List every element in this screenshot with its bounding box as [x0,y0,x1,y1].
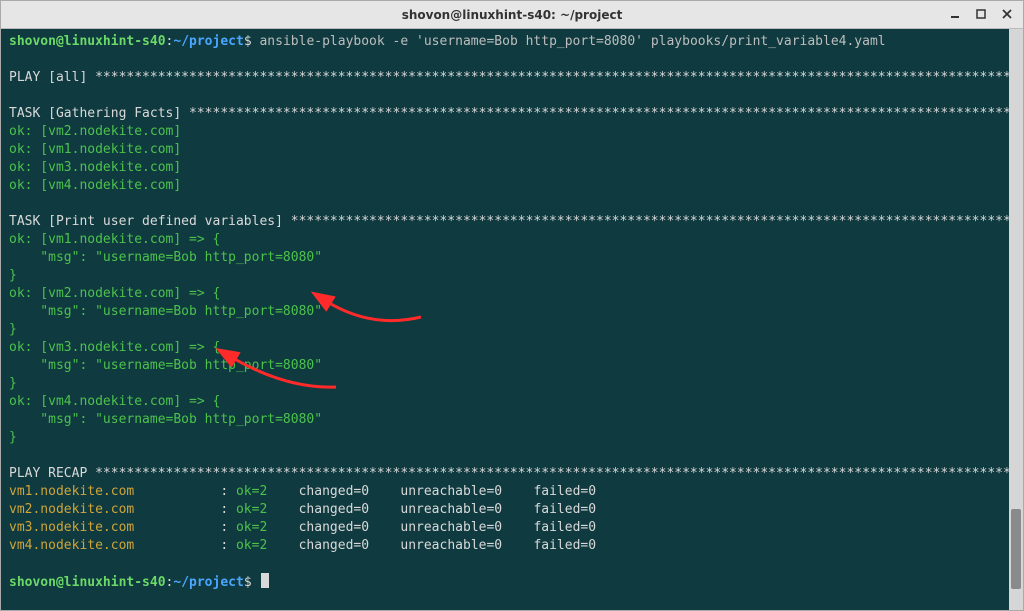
terminal-output[interactable]: shovon@linuxhint-s40:~/project$ ansible-… [1,29,1009,610]
prompt-cwd: ~/project [173,34,243,49]
scrollbar[interactable] [1009,29,1023,610]
terminal-body-wrap: shovon@linuxhint-s40:~/project$ ansible-… [1,29,1023,610]
terminal-window: shovon@linuxhint-s40: ~/project shovon@l… [0,0,1024,611]
recap-stars: ****************************************… [95,466,1009,481]
recap-ok: ok=2 [236,502,267,517]
window-controls [945,5,1017,23]
recap-host: vm1.nodekite.com [9,484,134,499]
recap-failed: failed=0 [533,538,596,553]
recap-unreach: unreachable=0 [400,538,502,553]
task-gather-stars: ****************************************… [189,106,1009,121]
recap-failed: failed=0 [533,502,596,517]
gather-ok-line: ok: [vm4.nodekite.com] [9,178,181,193]
msg-open: ok: [vm1.nodekite.com] => { [9,232,220,247]
msg-line: "msg": "username=Bob http_port=8080" [9,250,322,265]
recap-ok: ok=2 [236,484,267,499]
recap-changed: changed=0 [299,502,369,517]
msg-open: ok: [vm3.nodekite.com] => { [9,340,220,355]
cursor [261,573,269,588]
minimize-icon [949,8,961,20]
msg-line: "msg": "username=Bob http_port=8080" [9,412,322,427]
recap-unreach: unreachable=0 [400,520,502,535]
maximize-button[interactable] [971,5,991,23]
recap-unreach: unreachable=0 [400,502,502,517]
close-button[interactable] [997,5,1017,23]
gather-ok-line: ok: [vm3.nodekite.com] [9,160,181,175]
recap-unreach: unreachable=0 [400,484,502,499]
prompt-dollar: $ [244,575,252,590]
msg-close: } [9,322,17,337]
recap-failed: failed=0 [533,520,596,535]
minimize-button[interactable] [945,5,965,23]
recap-changed: changed=0 [299,520,369,535]
recap-changed: changed=0 [299,484,369,499]
msg-open: ok: [vm2.nodekite.com] => { [9,286,220,301]
close-icon [1001,8,1013,20]
recap-ok: ok=2 [236,520,267,535]
window-title: shovon@linuxhint-s40: ~/project [402,8,623,22]
task-print-header: TASK [Print user defined variables] [9,214,291,229]
maximize-icon [975,8,987,20]
recap-header: PLAY RECAP [9,466,95,481]
prompt-user-host: shovon@linuxhint-s40 [9,575,166,590]
msg-close: } [9,268,17,283]
task-gather-header: TASK [Gathering Facts] [9,106,189,121]
prompt-dollar: $ [244,34,252,49]
recap-failed: failed=0 [533,484,596,499]
prompt-user-host: shovon@linuxhint-s40 [9,34,166,49]
msg-line: "msg": "username=Bob http_port=8080" [9,304,322,319]
msg-close: } [9,376,17,391]
prompt-cwd: ~/project [173,575,243,590]
task-print-stars: ****************************************… [291,214,1009,229]
recap-host: vm4.nodekite.com [9,538,134,553]
command-text: ansible-playbook -e 'username=Bob http_p… [259,34,885,49]
gather-ok-line: ok: [vm2.nodekite.com] [9,124,181,139]
msg-line: "msg": "username=Bob http_port=8080" [9,358,322,373]
recap-host: vm3.nodekite.com [9,520,134,535]
recap-host: vm2.nodekite.com [9,502,134,517]
titlebar[interactable]: shovon@linuxhint-s40: ~/project [1,1,1023,29]
recap-changed: changed=0 [299,538,369,553]
gather-ok-line: ok: [vm1.nodekite.com] [9,142,181,157]
msg-close: } [9,430,17,445]
play-stars: ****************************************… [95,70,1009,85]
scrollbar-thumb[interactable] [1011,509,1021,589]
msg-open: ok: [vm4.nodekite.com] => { [9,394,220,409]
recap-ok: ok=2 [236,538,267,553]
play-header: PLAY [all] [9,70,95,85]
